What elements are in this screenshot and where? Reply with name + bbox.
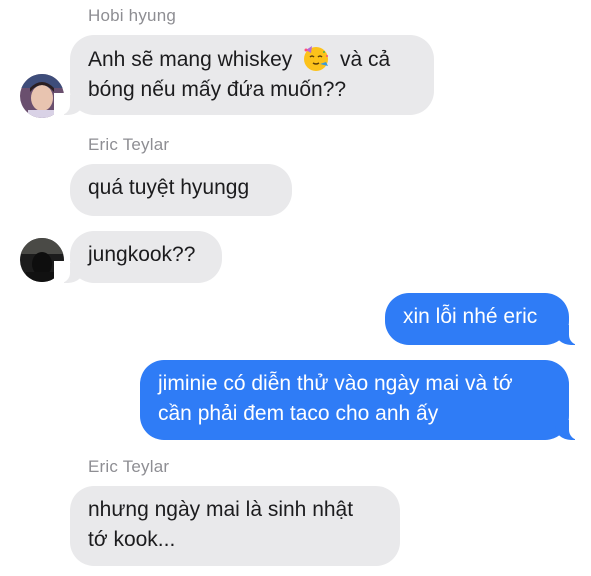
- message-bubble-incoming[interactable]: nhưng ngày mai là sinh nhật tớ kook...: [70, 486, 400, 566]
- bubble-tail: [54, 261, 84, 283]
- bubble-tail: [54, 93, 84, 115]
- message-line: quá tuyệt hyungg: [88, 176, 250, 199]
- message-bubble-incoming[interactable]: quá tuyệt hyungg: [70, 164, 292, 216]
- sender-name: Eric Teylar: [88, 135, 170, 154]
- message-bubble-incoming[interactable]: jungkook??: [54, 231, 222, 283]
- message-line: tớ kook...: [88, 528, 176, 551]
- message-line: bóng nếu mấy đứa muốn??: [88, 78, 347, 101]
- message-line: xin lỗi nhé eric: [403, 305, 538, 328]
- partying-face-icon: [302, 44, 330, 72]
- message-bubble-outgoing[interactable]: jiminie có diễn thử vào ngày mai và tớ c…: [140, 360, 585, 440]
- message-text: và cả: [339, 48, 391, 71]
- message-line: cần phải đem taco cho anh ấy: [158, 402, 439, 425]
- message-text: Anh sẽ mang whiskey: [88, 48, 293, 71]
- bubble-tail: [555, 418, 585, 440]
- message-bubble-outgoing[interactable]: xin lỗi nhé eric: [385, 293, 585, 345]
- message-line: jungkook??: [88, 243, 196, 266]
- message-line: Anh sẽ mang whiskey và cả: [88, 44, 416, 75]
- message-line: nhưng ngày mai là sinh nhật: [88, 498, 354, 521]
- bubble-tail: [555, 323, 585, 345]
- message-bubble-incoming[interactable]: Anh sẽ mang whiskey và cả bóng nếu mấy đ…: [54, 35, 434, 115]
- message-line: jiminie có diễn thử vào ngày mai và tớ: [158, 372, 513, 395]
- sender-name: Hobi hyung: [88, 6, 177, 25]
- sender-name: Eric Teylar: [88, 457, 170, 476]
